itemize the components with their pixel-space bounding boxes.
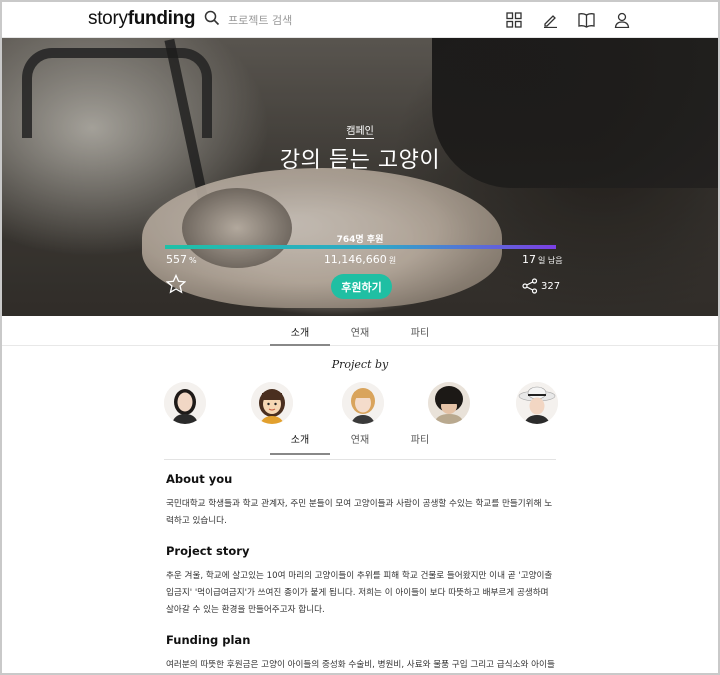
project-description: About you 국민대학교 학생들과 학교 관계자, 주민 분들이 모여 고… xyxy=(166,472,558,673)
avatar[interactable] xyxy=(516,382,558,424)
book-icon[interactable] xyxy=(576,10,596,30)
hero-banner: 캠페인 강의 듣는 고양이 764명 후원 557% 11,146,660 원 1… xyxy=(2,38,718,316)
section-body-plan: 여러분의 따뜻한 후원금은 고양이 아이들의 중성화 수술비, 병원비, 사료와… xyxy=(166,660,555,670)
storyfunding-logo[interactable]: storyfunding xyxy=(88,8,196,30)
share-count: 327 xyxy=(541,280,561,292)
avatar[interactable] xyxy=(342,382,384,424)
avatar[interactable] xyxy=(251,382,293,424)
section-title-plan: Funding plan xyxy=(166,633,251,647)
star-icon[interactable] xyxy=(165,273,187,294)
days-left-unit: 일 남음 xyxy=(538,256,563,265)
backer-count: 764명 후원 xyxy=(336,235,384,245)
user-icon[interactable] xyxy=(612,10,632,30)
page-frame: storyfunding 프로젝트 검색 캠페인 강의 듣는 고양이 764명 … xyxy=(0,0,720,675)
category-label[interactable]: 캠페인 xyxy=(2,122,718,139)
search-input[interactable] xyxy=(228,13,388,27)
project-tabs-sticky: 소개 연재 파티 xyxy=(2,425,718,455)
hero-content: 캠페인 강의 듣는 고양이 764명 후원 557% 11,146,660 원 1… xyxy=(2,38,718,316)
logo-text-light: story xyxy=(88,8,128,29)
content-divider xyxy=(164,459,556,460)
project-members xyxy=(2,382,718,426)
days-left: 17 일 남음 xyxy=(522,253,563,266)
funding-progress-fill xyxy=(165,245,556,249)
search-bar xyxy=(204,10,388,30)
search-icon[interactable] xyxy=(204,10,220,30)
project-title: 강의 듣는 고양이 xyxy=(279,148,441,173)
logo-text-bold: funding xyxy=(127,8,196,29)
tab-party[interactable]: 파티 xyxy=(390,316,450,346)
back-project-button[interactable]: 후원하기 xyxy=(331,274,392,299)
avatar[interactable] xyxy=(164,382,206,424)
top-header: storyfunding xyxy=(2,2,718,38)
tab-intro[interactable]: 소개 xyxy=(270,316,330,346)
pencil-icon[interactable] xyxy=(540,10,560,30)
tab-party[interactable]: 파티 xyxy=(390,425,450,455)
tab-intro[interactable]: 소개 xyxy=(270,425,330,455)
funding-progress-bar xyxy=(165,245,556,249)
section-body-story: 추운 겨울, 학교에 살고있는 10여 마리의 고양이들이 추위를 피해 학교 … xyxy=(166,571,553,615)
section-title-about: About you xyxy=(166,472,233,486)
funding-amount: 11,146,660 원 xyxy=(2,253,718,266)
project-tabs: 소개 연재 파티 xyxy=(2,316,718,346)
grid-icon[interactable] xyxy=(504,10,524,30)
share-button[interactable]: 327 xyxy=(522,278,560,294)
section-title-story: Project story xyxy=(166,544,250,558)
avatar[interactable] xyxy=(428,382,470,424)
funding-amount-value: 11,146,660 xyxy=(323,253,387,266)
funding-amount-unit: 원 xyxy=(388,256,397,265)
tab-series[interactable]: 연재 xyxy=(330,425,390,455)
days-left-value: 17 xyxy=(522,253,536,266)
section-body-about: 국민대학교 학생들과 학교 관계자, 주민 분들이 모여 고양이들과 사람이 공… xyxy=(166,499,553,526)
tab-series[interactable]: 연재 xyxy=(330,316,390,346)
project-by-heading: Project by xyxy=(331,358,389,371)
category-text[interactable]: 캠페인 xyxy=(346,126,374,139)
header-icons xyxy=(504,10,632,30)
share-icon xyxy=(522,278,538,294)
